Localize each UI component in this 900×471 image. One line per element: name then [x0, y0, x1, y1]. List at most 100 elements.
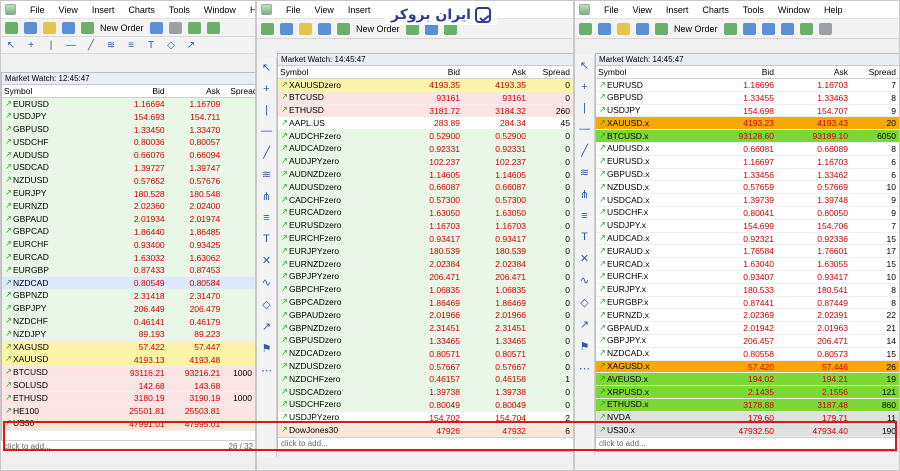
- add-symbol-text[interactable]: click to add...: [4, 441, 51, 452]
- table-row[interactable]: ↗ EURCAD 1.63032 1.63062: [2, 251, 255, 265]
- table-row[interactable]: ↗ GBPUSD 1.33455 1.33463 8: [596, 91, 899, 105]
- chart-type-icon[interactable]: [168, 21, 182, 34]
- table-row[interactable]: ↗ GBPNZD 2.31418 2.31470: [2, 289, 255, 303]
- navigator-icon[interactable]: [318, 22, 331, 35]
- table-row[interactable]: ↗ GBPCAD 1.86440 1.86485: [2, 225, 255, 239]
- menu-view[interactable]: View: [633, 5, 652, 15]
- table-row[interactable]: ↗ HE100 25501.81 25503.81: [2, 405, 255, 418]
- col-ask[interactable]: Ask: [464, 66, 530, 78]
- table-row[interactable]: ↗ XRPUSD.x 2.1435 2.1556 121: [596, 386, 899, 399]
- table-row[interactable]: ↗ NZDCHFzero 0.46157 0.46158 1: [278, 373, 573, 387]
- text-icon[interactable]: T: [263, 233, 270, 245]
- table-row[interactable]: ↗ EURUSD.x 1.16697 1.16703 6: [596, 155, 899, 169]
- zoom-out-icon[interactable]: [761, 22, 775, 35]
- table-row[interactable]: ↗ USDJPY 154.693 154.711: [2, 110, 255, 124]
- menu-insert[interactable]: Insert: [666, 5, 689, 15]
- table-row[interactable]: ↗ BTCUSD 93116.21 93216.21 1000: [2, 366, 255, 380]
- arrow-icon[interactable]: ↗: [262, 320, 271, 333]
- pitchfork-icon[interactable]: ⋔: [262, 190, 271, 203]
- new-order-icon[interactable]: [655, 22, 668, 35]
- table-row[interactable]: ↗ US30 47991.01 47995.01: [2, 417, 255, 431]
- navigator-icon[interactable]: [636, 22, 649, 35]
- table-row[interactable]: ↗ ETHUSD 3181.72 3184.32 260: [278, 104, 573, 118]
- table-row[interactable]: ↗ EURUSD 1.16694 1.16709: [2, 98, 255, 111]
- profiles-icon[interactable]: [24, 21, 37, 34]
- table-row[interactable]: ↗ USDCAD.x 1.39739 1.39748 9: [596, 194, 899, 207]
- table-row[interactable]: ↗ BTCUSD.x 93128.60 93189.10 6050: [596, 130, 899, 143]
- grid-icon[interactable]: [780, 22, 794, 35]
- fibonacci-icon[interactable]: ≡: [125, 40, 137, 51]
- table-row[interactable]: ↗ EURNZD.x 2.02369 2.02391 22: [596, 309, 899, 323]
- bar-chart-icon[interactable]: [799, 22, 813, 35]
- table-row[interactable]: ↗ NZDCADzero 0.80571 0.80571 0: [278, 347, 573, 361]
- table-row[interactable]: ↗ AUDCADzero 0.92331 0.92331 0: [278, 142, 573, 156]
- folder-icon[interactable]: [299, 22, 312, 35]
- pitchfork-icon[interactable]: ⋔: [580, 188, 589, 201]
- table-row[interactable]: ↗ EURCHFzero 0.93417 0.93417 0: [278, 232, 573, 246]
- trend-line-icon[interactable]: ╱: [85, 40, 97, 51]
- col-spread[interactable]: Spread: [224, 85, 255, 97]
- add-symbol-row[interactable]: click to add... 26 / 32: [1, 440, 255, 452]
- menu-view[interactable]: View: [59, 5, 78, 15]
- more-tools-icon[interactable]: ⋯: [579, 362, 590, 375]
- text-icon[interactable]: T: [581, 231, 588, 243]
- table-row[interactable]: ↗ AUDUSD.x 0.66081 0.66089 8: [596, 142, 899, 156]
- menu-tools[interactable]: Tools: [169, 5, 190, 15]
- cursor-icon[interactable]: ↖: [5, 40, 17, 51]
- vertical-line-icon[interactable]: |: [45, 40, 57, 51]
- new-order-icon[interactable]: [81, 21, 94, 34]
- new-chart-icon[interactable]: [579, 22, 592, 35]
- table-row[interactable]: ↗ NVDA 179.60 179.71 11: [596, 411, 899, 425]
- elliott-icon[interactable]: ∿: [262, 276, 271, 289]
- table-row[interactable]: ↗ AUDNZDzero 1.14605 1.14605 0: [278, 168, 573, 182]
- table-row[interactable]: ↗ NZDUSD.x 0.57659 0.57669 10: [596, 181, 899, 195]
- table-row[interactable]: ↗ BTCUSD 93161 93161 0: [278, 91, 573, 105]
- channel-icon[interactable]: ≋: [262, 168, 271, 181]
- shapes-icon[interactable]: ◇: [580, 296, 588, 309]
- table-row[interactable]: ↗ USDJPY.x 154.699 154.706 7: [596, 219, 899, 233]
- table-row[interactable]: ↗ AUDCHFzero 0.52900 0.52900 0: [278, 130, 573, 143]
- table-row[interactable]: ↗ USDCHF.x 0.80041 0.80050 9: [596, 206, 899, 220]
- table-row[interactable]: ↗ GBPJPY 206.449 206.479: [2, 302, 255, 316]
- new-chart-icon[interactable]: [5, 21, 18, 34]
- channel-icon[interactable]: ≋: [105, 40, 117, 51]
- add-symbol-row[interactable]: click to add...: [596, 437, 899, 450]
- table-row[interactable]: ↗ GBPAUD.x 2.01942 2.01963 21: [596, 322, 899, 335]
- algo-trading-icon[interactable]: [723, 22, 737, 35]
- menu-insert[interactable]: Insert: [348, 5, 371, 15]
- table-row[interactable]: ↗ NZDJPY 89.193 89.223: [2, 328, 255, 342]
- table-row[interactable]: ↗ EURCHF 0.93400 0.93425: [2, 238, 255, 252]
- zoom-in-icon[interactable]: [742, 22, 756, 35]
- horizontal-line-icon[interactable]: —: [65, 40, 77, 51]
- table-row[interactable]: ↗ USDJPYzero 154.702 154.704 2: [278, 411, 573, 425]
- cursor-icon[interactable]: ↖: [262, 61, 271, 74]
- table-row[interactable]: ↗ GBPNZDzero 2.31451 2.31451 0: [278, 322, 573, 335]
- channel-icon[interactable]: ≋: [580, 166, 589, 179]
- col-symbol[interactable]: Symbol: [596, 66, 706, 78]
- navigator-icon[interactable]: [62, 21, 75, 34]
- table-row[interactable]: ↗ USDCADzero 1.39738 1.39738 0: [278, 386, 573, 399]
- grid-icon[interactable]: [149, 21, 163, 34]
- table-row[interactable]: ↗ GBPUSDzero 1.33465 1.33465 0: [278, 334, 573, 348]
- table-row[interactable]: ↗ EURUSD 1.16696 1.16703 7: [596, 79, 899, 92]
- table-row[interactable]: ↗ NZDCAD.x 0.80558 0.80573 15: [596, 347, 899, 361]
- gann-icon[interactable]: ✕: [262, 254, 271, 267]
- table-row[interactable]: ↗ NZDCAD 0.80549 0.80584: [2, 277, 255, 290]
- table-row[interactable]: ↗ AUDUSD 0.66076 0.66094: [2, 149, 255, 162]
- autoscroll-icon[interactable]: [818, 22, 832, 35]
- new-order-button[interactable]: New Order: [356, 24, 400, 34]
- col-bid[interactable]: Bid: [398, 66, 464, 78]
- fibonacci-icon[interactable]: ≡: [581, 210, 587, 222]
- menu-file[interactable]: File: [286, 5, 301, 15]
- table-row[interactable]: ↗ AVEUSD.x 194.02 194.21 19: [596, 373, 899, 387]
- table-row[interactable]: ↗ EURCHF.x 0.93407 0.93417 10: [596, 270, 899, 284]
- table-row[interactable]: ↗ AUDCAD.x 0.92321 0.92336 15: [596, 232, 899, 246]
- table-row[interactable]: ↗ EURCAD.x 1.63040 1.63055 15: [596, 258, 899, 271]
- label-icon[interactable]: ⚑: [580, 340, 590, 353]
- table-row[interactable]: ↗ GBPCHFzero 1.06835 1.06835 0: [278, 283, 573, 297]
- trend-line-icon[interactable]: ╱: [581, 144, 588, 157]
- table-row[interactable]: ↗ GBPUSD.x 1.33456 1.33462 6: [596, 168, 899, 182]
- table-row[interactable]: ↗ GBPAUD 2.01934 2.01974: [2, 213, 255, 226]
- table-row[interactable]: ↗ EURJPYzero 180.539 180.539 0: [278, 245, 573, 259]
- menu-window[interactable]: Window: [204, 5, 236, 15]
